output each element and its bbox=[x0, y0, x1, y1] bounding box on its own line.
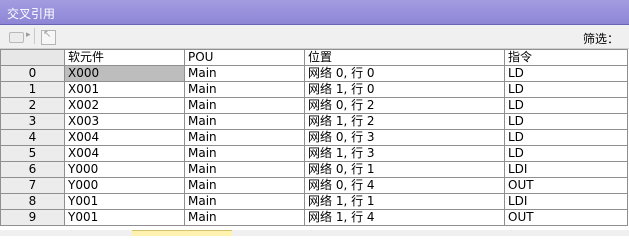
list-icon[interactable] bbox=[9, 32, 24, 43]
row-header[interactable]: 7 bbox=[0, 177, 65, 194]
device-cell[interactable]: X004 bbox=[64, 129, 185, 146]
pou-cell[interactable]: Main bbox=[184, 129, 305, 146]
pou-cell[interactable]: Main bbox=[184, 65, 305, 82]
table-row[interactable]: 8 Y001 Main 网络 1, 行 1 LDI bbox=[0, 193, 628, 210]
column-header-device[interactable]: 软元件 bbox=[64, 49, 185, 66]
table-row[interactable]: 4 X004 Main 网络 0, 行 3 LD bbox=[0, 129, 628, 146]
position-cell[interactable]: 网络 0, 行 4 bbox=[304, 177, 505, 194]
device-cell[interactable]: Y001 bbox=[64, 193, 185, 210]
pou-cell[interactable]: Main bbox=[184, 97, 305, 114]
row-header[interactable]: 1 bbox=[0, 81, 65, 98]
row-header[interactable]: 4 bbox=[0, 129, 65, 146]
table-row[interactable]: 5 X004 Main 网络 1, 行 3 LD bbox=[0, 145, 628, 162]
instruction-cell[interactable]: LD bbox=[504, 65, 628, 82]
instruction-cell[interactable]: LD bbox=[504, 97, 628, 114]
position-cell[interactable]: 网络 0, 行 1 bbox=[304, 161, 505, 178]
column-header-instruction[interactable]: 指令 bbox=[504, 49, 628, 66]
position-cell[interactable]: 网络 1, 行 3 bbox=[304, 145, 505, 162]
position-cell[interactable]: 网络 1, 行 1 bbox=[304, 193, 505, 210]
device-cell[interactable]: Y000 bbox=[64, 177, 185, 194]
row-header[interactable]: 0 bbox=[0, 65, 65, 82]
position-cell[interactable]: 网络 0, 行 0 bbox=[304, 65, 505, 82]
instruction-cell[interactable]: OUT bbox=[504, 177, 628, 194]
row-header[interactable]: 3 bbox=[0, 113, 65, 130]
instruction-cell[interactable]: LDI bbox=[504, 193, 628, 210]
toolbar: ▸ ↖ 筛选： bbox=[0, 25, 629, 49]
device-cell[interactable]: X002 bbox=[64, 97, 185, 114]
instruction-cell[interactable]: LD bbox=[504, 81, 628, 98]
pou-cell[interactable]: Main bbox=[184, 177, 305, 194]
table-row[interactable]: 6 Y000 Main 网络 0, 行 1 LDI bbox=[0, 161, 628, 178]
dropdown-arrow-icon[interactable]: ▸ bbox=[26, 30, 31, 42]
table-row[interactable]: 3 X003 Main 网络 1, 行 2 LD bbox=[0, 113, 628, 130]
device-cell[interactable]: X004 bbox=[64, 145, 185, 162]
status-highlight bbox=[132, 230, 232, 236]
device-cell[interactable]: X001 bbox=[64, 81, 185, 98]
row-header[interactable]: 5 bbox=[0, 145, 65, 162]
pou-cell[interactable]: Main bbox=[184, 209, 305, 226]
instruction-cell[interactable]: LD bbox=[504, 129, 628, 146]
position-cell[interactable]: 网络 1, 行 2 bbox=[304, 113, 505, 130]
table-row[interactable]: 0 X000 Main 网络 0, 行 0 LD bbox=[0, 65, 628, 82]
instruction-cell[interactable]: LD bbox=[504, 113, 628, 130]
table-row[interactable]: 1 X001 Main 网络 1, 行 0 LD bbox=[0, 81, 628, 98]
instruction-cell[interactable]: LD bbox=[504, 145, 628, 162]
window-title: 交叉引用 bbox=[7, 7, 56, 21]
pou-cell[interactable]: Main bbox=[184, 145, 305, 162]
instruction-cell[interactable]: OUT bbox=[504, 209, 628, 226]
position-cell[interactable]: 网络 0, 行 2 bbox=[304, 97, 505, 114]
pou-cell[interactable]: Main bbox=[184, 161, 305, 178]
device-cell[interactable]: X003 bbox=[64, 113, 185, 130]
pou-cell[interactable]: Main bbox=[184, 193, 305, 210]
corner-cell[interactable] bbox=[0, 49, 65, 66]
position-cell[interactable]: 网络 1, 行 4 bbox=[304, 209, 505, 226]
position-cell[interactable]: 网络 1, 行 0 bbox=[304, 81, 505, 98]
status-bar bbox=[0, 230, 629, 236]
header-row: 软元件 POU 位置 指令 bbox=[0, 49, 628, 66]
jump-to-icon[interactable]: ↖ bbox=[41, 29, 56, 45]
window-titlebar: 交叉引用 bbox=[0, 0, 629, 25]
cross-reference-table: 软元件 POU 位置 指令 0 X000 Main 网络 0, 行 0 LD 1 X001 M… bbox=[0, 49, 628, 226]
pou-cell[interactable]: Main bbox=[184, 113, 305, 130]
table-row[interactable]: 2 X002 Main 网络 0, 行 2 LD bbox=[0, 97, 628, 114]
row-header[interactable]: 2 bbox=[0, 97, 65, 114]
column-header-pou[interactable]: POU bbox=[184, 49, 305, 66]
device-cell[interactable]: Y001 bbox=[64, 209, 185, 226]
instruction-cell[interactable]: LDI bbox=[504, 161, 628, 178]
column-header-position[interactable]: 位置 bbox=[304, 49, 505, 66]
row-header[interactable]: 8 bbox=[0, 193, 65, 210]
row-header[interactable]: 6 bbox=[0, 161, 65, 178]
device-cell[interactable]: Y000 bbox=[64, 161, 185, 178]
toolbar-separator bbox=[34, 28, 35, 44]
table-row[interactable]: 7 Y000 Main 网络 0, 行 4 OUT bbox=[0, 177, 628, 194]
filter-label: 筛选： bbox=[582, 32, 619, 46]
pou-cell[interactable]: Main bbox=[184, 81, 305, 98]
device-cell[interactable]: X000 bbox=[64, 65, 185, 82]
row-header[interactable]: 9 bbox=[0, 209, 65, 226]
table-row[interactable]: 9 Y001 Main 网络 1, 行 4 OUT bbox=[0, 209, 628, 226]
position-cell[interactable]: 网络 0, 行 3 bbox=[304, 129, 505, 146]
